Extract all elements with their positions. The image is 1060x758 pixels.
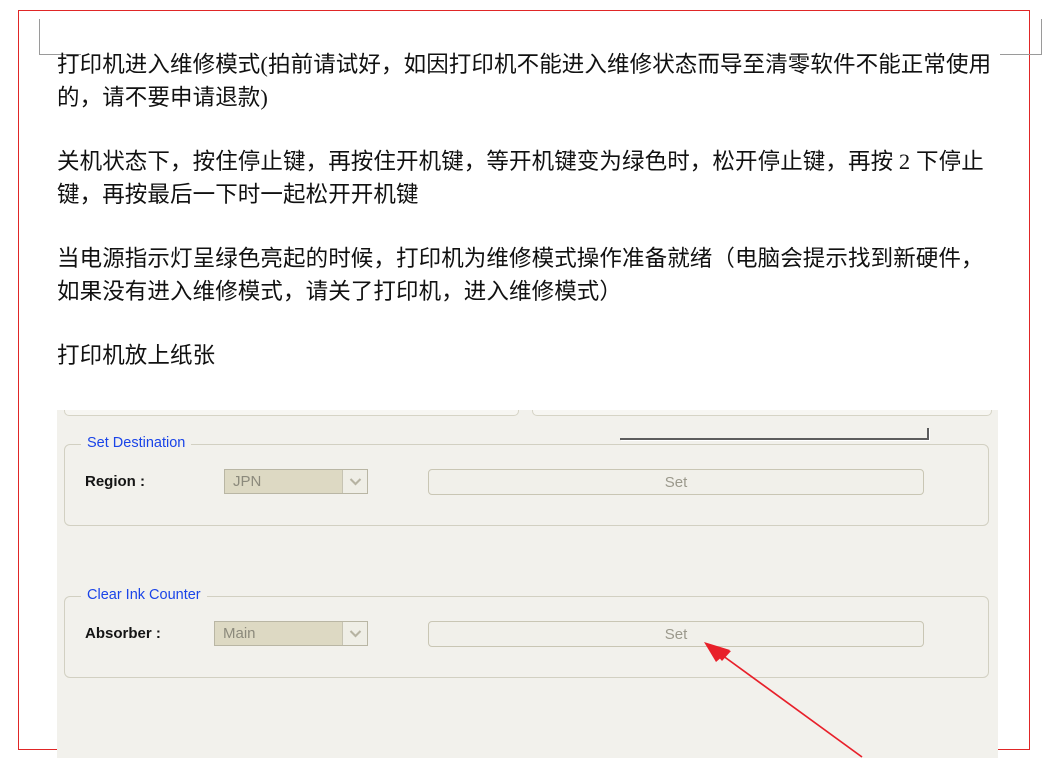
groupbox-clear-ink-counter: Clear Ink Counter Absorber : Main Set bbox=[64, 587, 989, 678]
label-region: Region : bbox=[85, 473, 145, 490]
groupbox-set-destination: Set Destination Region : JPN Set bbox=[64, 435, 989, 526]
clear-ink-counter-set-button-label: Set bbox=[664, 625, 688, 643]
chevron-down-icon[interactable] bbox=[342, 622, 367, 645]
region-dropdown[interactable]: JPN bbox=[224, 469, 368, 494]
clipped-groupbox-right bbox=[532, 410, 992, 416]
chevron-down-icon[interactable] bbox=[342, 470, 367, 493]
paragraph-load-paper: 打印机放上纸张 bbox=[57, 343, 216, 368]
set-destination-button[interactable]: Set bbox=[428, 469, 924, 495]
clear-ink-counter-set-button[interactable]: Set bbox=[428, 621, 924, 647]
paragraph-service-mode-intro: 打印机进入维修模式(拍前请试好，如因打印机不能进入维修状态而导至清零软件不能正常… bbox=[57, 52, 992, 110]
margin-corner-mark-top-right bbox=[1000, 19, 1042, 55]
region-dropdown-value: JPN bbox=[233, 473, 262, 490]
label-absorber: Absorber : bbox=[85, 625, 161, 642]
absorber-dropdown-value: Main bbox=[223, 625, 256, 642]
document-body: 打印机进入维修模式(拍前请试好，如因打印机不能进入维修状态而导至清零软件不能正常… bbox=[57, 48, 997, 382]
groupbox-title-set-destination: Set Destination bbox=[81, 435, 192, 451]
document-page: 打印机进入维修模式(拍前请试好，如因打印机不能进入维修状态而导至清零软件不能正常… bbox=[0, 0, 1060, 758]
clipped-text-field[interactable] bbox=[620, 428, 929, 440]
paragraph-power-button-sequence: 关机状态下，按住停止键，再按住开机键，等开机键变为绿色时，松开停止键，再按 2 … bbox=[57, 149, 984, 207]
set-destination-button-label: Set bbox=[664, 473, 688, 491]
clipped-groupbox-left bbox=[64, 410, 519, 416]
groupbox-title-clear-ink-counter: Clear Ink Counter bbox=[81, 587, 207, 603]
embedded-service-tool-screenshot: Set Destination Region : JPN Set Clear I… bbox=[57, 410, 998, 758]
absorber-dropdown[interactable]: Main bbox=[214, 621, 368, 646]
paragraph-ready-indicator: 当电源指示灯呈绿色亮起的时候，打印机为维修模式操作准备就绪（电脑会提示找到新硬件… bbox=[57, 246, 984, 304]
